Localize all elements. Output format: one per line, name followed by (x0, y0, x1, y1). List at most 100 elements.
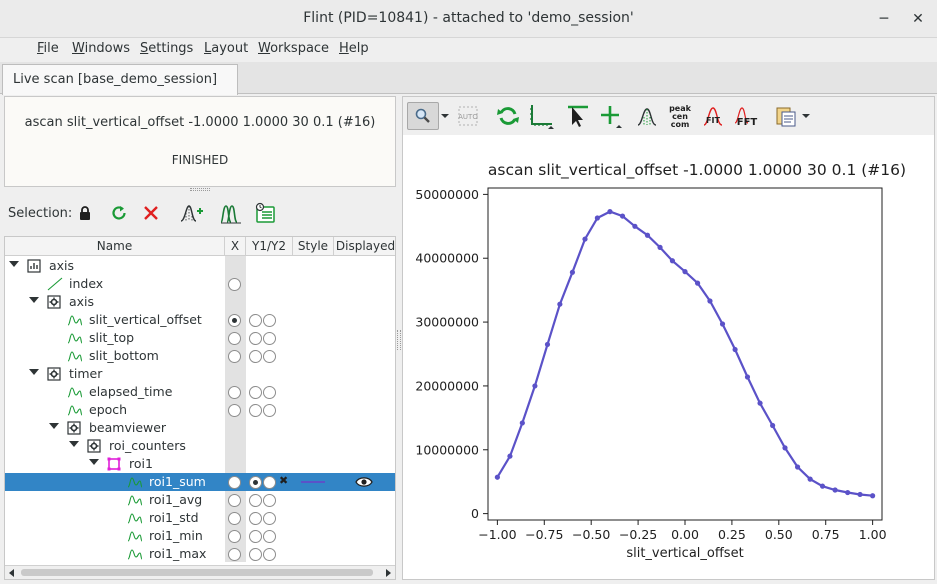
vertical-splitter-handle[interactable] (190, 188, 210, 191)
y1-axis-radio[interactable] (249, 476, 262, 489)
tree-row[interactable]: slit_top (5, 329, 395, 347)
y2-axis-radio[interactable] (263, 386, 276, 399)
y2-axis-radio[interactable] (263, 314, 276, 327)
menu-layout[interactable]: Layout (204, 41, 248, 56)
lock-button[interactable] (72, 200, 98, 226)
remove-button[interactable] (138, 200, 164, 226)
eye-icon[interactable] (355, 476, 373, 488)
zoom-button[interactable] (407, 102, 439, 130)
tree-row[interactable]: roi1_std (5, 509, 395, 527)
fft-button[interactable]: FFT (731, 102, 761, 130)
y1-axis-radio[interactable] (249, 332, 262, 345)
data-point (569, 269, 576, 275)
expand-arrow-icon[interactable] (29, 297, 39, 303)
add-curve-button[interactable] (178, 200, 204, 226)
menu-windows[interactable]: Windows (72, 41, 130, 56)
expand-arrow-icon[interactable] (69, 441, 79, 447)
horizontal-scrollbar[interactable] (5, 565, 395, 580)
x-axis-radio[interactable] (228, 530, 241, 543)
expand-arrow-icon[interactable] (49, 423, 59, 429)
tree-row[interactable]: slit_bottom (5, 347, 395, 365)
y2-axis-radio[interactable] (263, 494, 276, 507)
remove-from-plot-icon[interactable]: ✖ (279, 474, 288, 487)
tree-row[interactable]: roi1_avg (5, 491, 395, 509)
axis-options-button[interactable] (527, 102, 557, 130)
auto-scale-button[interactable]: AUTO (453, 102, 483, 130)
x-axis-radio[interactable] (228, 512, 241, 525)
tree-row[interactable]: roi1_max (5, 545, 395, 563)
x-axis-radio[interactable] (228, 548, 241, 561)
menu-file[interactable]: File (37, 41, 59, 56)
zoom-mode-dropdown[interactable] (439, 102, 451, 130)
x-axis-radio[interactable] (228, 332, 241, 345)
x-axis-radio[interactable] (228, 476, 241, 489)
menu-workspace[interactable]: Workspace (258, 41, 329, 56)
y2-axis-radio[interactable] (263, 332, 276, 345)
expand-arrow-icon[interactable] (29, 369, 39, 375)
tree-row[interactable]: epoch (5, 401, 395, 419)
refresh-plot-button[interactable] (493, 102, 523, 130)
multi-curve-button[interactable] (218, 200, 244, 226)
scroll-right-icon[interactable] (381, 566, 395, 580)
x-axis-radio[interactable] (228, 314, 241, 327)
export-dropdown[interactable] (799, 102, 813, 130)
tree-row[interactable]: timer (5, 365, 395, 383)
horizontal-splitter-handle[interactable] (397, 330, 401, 350)
y2-axis-radio[interactable] (263, 512, 276, 525)
counter-list-button[interactable] (252, 200, 278, 226)
peak-button[interactable] (633, 102, 663, 130)
scan-chart[interactable]: ascan slit_vertical_offset -1.0000 1.000… (403, 135, 934, 579)
line-style-swatch[interactable] (301, 481, 325, 483)
y1-axis-radio[interactable] (249, 548, 262, 561)
tree-row[interactable]: axis (5, 257, 395, 275)
y2-axis-radio[interactable] (263, 476, 276, 489)
menu-settings[interactable]: Settings (140, 41, 193, 56)
x-axis-radio[interactable] (228, 494, 241, 507)
tree-row[interactable]: roi_counters (5, 437, 395, 455)
crosshair-button[interactable] (597, 102, 627, 130)
column-style[interactable]: Style (293, 237, 334, 255)
y1-axis-radio[interactable] (249, 512, 262, 525)
y1-axis-radio[interactable] (249, 404, 262, 417)
y1-axis-radio[interactable] (249, 494, 262, 507)
column-y1y2[interactable]: Y1/Y2 (246, 237, 293, 255)
y-tick-label: 50000000 (415, 187, 479, 202)
y1-axis-radio[interactable] (249, 314, 262, 327)
x-axis-radio[interactable] (228, 350, 241, 363)
cursor-button[interactable] (563, 102, 593, 130)
tree-row[interactable]: roi1 (5, 455, 395, 473)
x-axis-radio[interactable] (228, 278, 241, 291)
y2-axis-radio[interactable] (263, 404, 276, 417)
close-button[interactable]: ✕ (907, 8, 929, 30)
minimize-button[interactable]: ─ (873, 8, 895, 30)
y2-axis-radio[interactable] (263, 548, 276, 561)
x-axis-radio[interactable] (228, 386, 241, 399)
y2-axis-radio[interactable] (263, 350, 276, 363)
scrollbar-thumb[interactable] (21, 569, 373, 576)
data-point (582, 236, 588, 242)
tree-row[interactable]: slit_vertical_offset (5, 311, 395, 329)
y1-axis-radio[interactable] (249, 386, 262, 399)
export-button[interactable] (771, 102, 801, 130)
menu-help[interactable]: Help (339, 41, 369, 56)
tree-row[interactable]: beamviewer (5, 419, 395, 437)
peak-cen-com-button[interactable]: peak cen com (665, 102, 695, 130)
expand-arrow-icon[interactable] (89, 459, 99, 465)
tree-row[interactable]: index (5, 275, 395, 293)
tree-row[interactable]: axis (5, 293, 395, 311)
expand-arrow-icon[interactable] (9, 261, 19, 267)
y1-axis-radio[interactable] (249, 350, 262, 363)
scroll-left-icon[interactable] (5, 566, 19, 580)
tree-row[interactable]: roi1_sum ✖ (5, 473, 395, 491)
tree-row[interactable]: elapsed_time (5, 383, 395, 401)
y2-axis-radio[interactable] (263, 530, 276, 543)
y1-axis-radio[interactable] (249, 530, 262, 543)
tab-live-scan[interactable]: Live scan [base_demo_session] (2, 64, 238, 95)
x-axis-radio[interactable] (228, 404, 241, 417)
column-x[interactable]: X (225, 237, 246, 255)
reset-button[interactable] (106, 200, 132, 226)
column-name[interactable]: Name (5, 237, 225, 255)
tree-row[interactable]: roi1_min (5, 527, 395, 545)
fit-button[interactable]: FIT (699, 102, 729, 130)
column-displayed[interactable]: Displayed (334, 237, 395, 255)
